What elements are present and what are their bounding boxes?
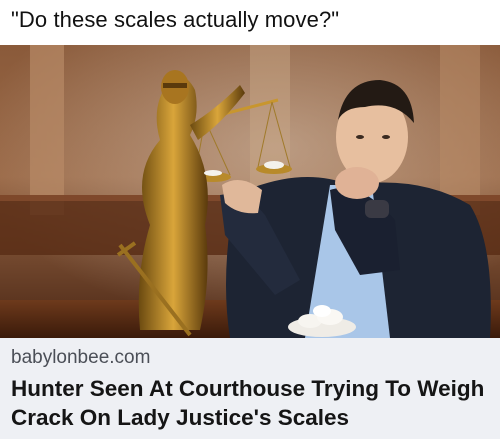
hand-right	[335, 167, 379, 199]
column	[440, 45, 480, 215]
link-headline[interactable]: Hunter Seen At Courthouse Trying To Weig…	[11, 374, 496, 432]
wristwatch	[365, 200, 389, 218]
social-post: "Do these scales actually move?" babylon…	[0, 0, 500, 439]
courtroom-photo	[0, 45, 500, 338]
link-domain: babylonbee.com	[11, 347, 151, 368]
post-caption: "Do these scales actually move?"	[0, 0, 500, 45]
link-preview-image[interactable]	[0, 45, 500, 338]
column	[30, 45, 64, 215]
caption-text: "Do these scales actually move?"	[11, 7, 340, 32]
link-card-footer[interactable]: babylonbee.com Hunter Seen At Courthouse…	[0, 338, 500, 439]
